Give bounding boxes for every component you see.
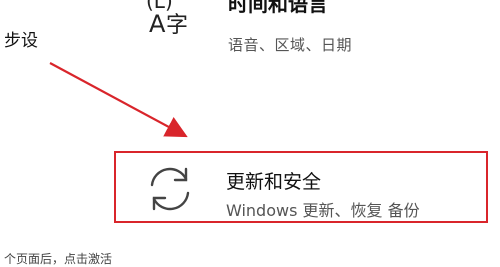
- svg-text:字: 字: [166, 13, 188, 38]
- step-annotation-text: 步设: [4, 31, 38, 51]
- settings-tile-time-language[interactable]: (L) A 字 时间和语言 语音、区域、日期: [140, 0, 480, 58]
- instruction-text: 个页面后，点击激活: [4, 252, 113, 266]
- tile-title: 时间和语言: [228, 0, 328, 16]
- tile-title: 更新和安全: [226, 171, 322, 193]
- sync-arrows-icon: [144, 163, 196, 215]
- tile-subtitle: Windows 更新、恢复 备份: [226, 201, 420, 220]
- tile-subtitle: 语音、区域、日期: [228, 36, 353, 54]
- settings-tile-update-security[interactable]: 更新和安全 Windows 更新、恢复 备份: [114, 151, 488, 223]
- time-language-icon: (L) A 字: [140, 0, 200, 48]
- svg-text:A: A: [149, 10, 166, 38]
